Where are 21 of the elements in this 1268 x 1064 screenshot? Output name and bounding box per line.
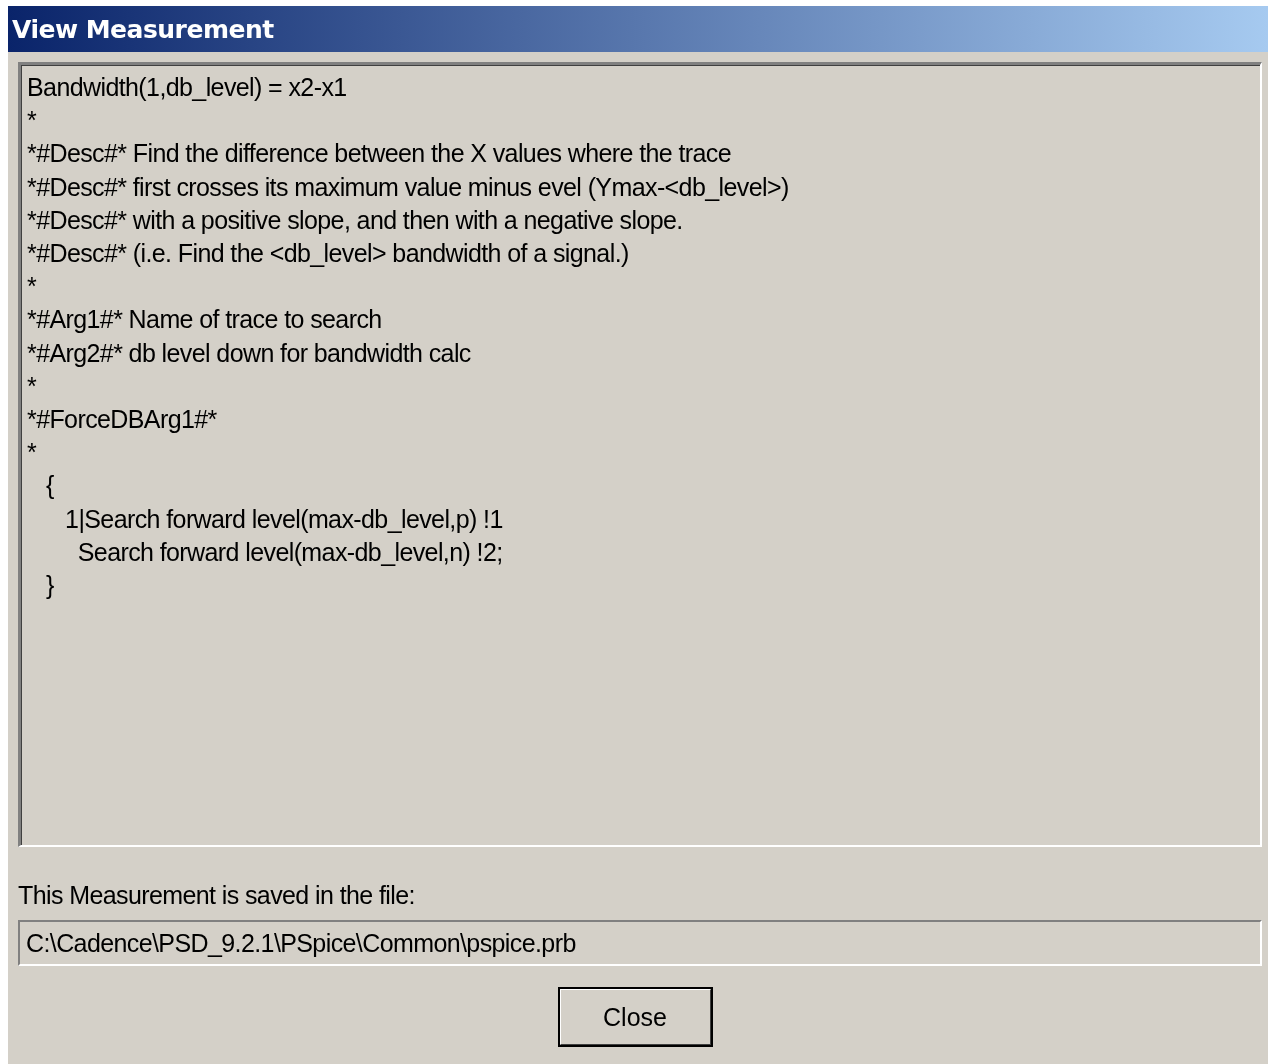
text-line: *#Desc#* first crosses its maximum value minus evel (Ymax-<db_level>) — [27, 171, 790, 203]
text-line: *#Desc#* Find the difference between the X values where the trace — [27, 138, 733, 170]
text-line: *#Arg1#* Name of trace to search — [27, 304, 383, 336]
text-line: { — [45, 470, 55, 502]
text-line: *#Desc#* (i.e. Find the <db_level> bandwidth of a signal.) — [27, 238, 630, 269]
text-line: Bandwidth(1,db_level) = x2-x1 — [27, 72, 348, 103]
text-line: * — [27, 105, 38, 137]
file-label: This Measurement is saved in the file: — [18, 880, 415, 911]
text-line: *#ForceDBArg1#* — [27, 404, 218, 436]
text-line: * — [27, 271, 38, 303]
text-line: *#Arg2#* db level down for bandwidth calc — [27, 337, 472, 369]
file-path-field[interactable]: C:\Cadence\PSD_9.2.1\PSpice\Common\pspice.prb — [18, 920, 1262, 966]
text-line: * — [27, 437, 38, 469]
text-line: * — [27, 370, 38, 402]
text-line: } — [45, 570, 55, 602]
text-area[interactable] — [18, 62, 1262, 847]
text-line: 1|Search forward level(max-db_level,p) !1 — [64, 503, 504, 535]
text-line: *#Desc#* with a positive slope, and then with a negative slope. — [27, 204, 684, 236]
text-line: Search forward level(max-db_level,n) !2; — [76, 536, 504, 568]
close-button[interactable]: Close — [558, 988, 712, 1046]
window-title: View Measurement — [12, 14, 274, 44]
